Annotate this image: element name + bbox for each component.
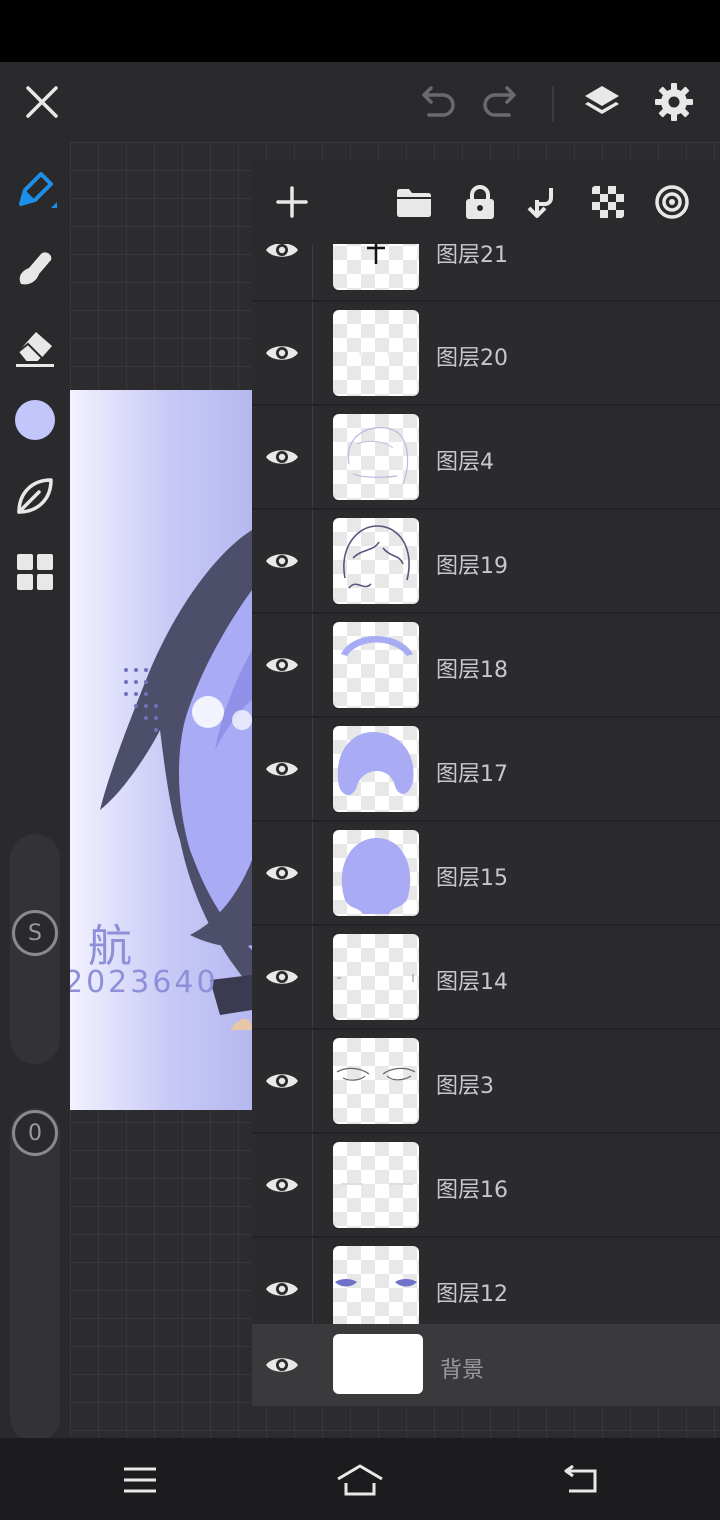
layer-name: 图层17 [436,762,508,787]
transparency-icon[interactable] [586,180,630,224]
layer-thumbnail [333,1246,419,1332]
row-divider [312,406,313,508]
undo-icon[interactable] [414,80,460,124]
layer-row[interactable]: 图层16 [252,1134,720,1236]
eye-icon[interactable] [262,957,302,997]
eye-icon[interactable] [262,333,302,373]
layer-name: 图层15 [436,866,508,891]
stabilizer-tool[interactable] [7,468,63,524]
layer-thumbnail [333,518,419,604]
lock-icon[interactable] [458,180,502,224]
blend-mode-icon[interactable] [650,180,694,224]
add-layer-icon[interactable] [270,180,314,224]
eye-icon[interactable] [262,1345,302,1385]
brush-size-knob[interactable]: S [12,910,58,956]
status-bar [0,0,720,62]
top-toolbar [0,62,720,142]
row-divider [312,614,313,716]
opacity-label: 0 [28,1120,42,1146]
menu-icon[interactable] [116,1456,164,1504]
gear-icon[interactable] [650,80,698,124]
layer-row[interactable]: 图层17 [252,718,720,820]
left-toolbar: S 0 [0,142,70,1442]
row-divider [312,926,313,1028]
layer-row-selected[interactable]: 背景 [252,1324,720,1406]
layer-name: 图层16 [436,1178,508,1203]
artwork-canvas[interactable]: 航 2023640 [70,390,252,1110]
layer-row[interactable]: 图层18 [252,614,720,716]
eye-icon[interactable] [262,541,302,581]
layer-name: 图层4 [436,450,494,475]
layer-thumbnail [333,830,419,916]
row-divider [312,1030,313,1132]
row-divider [312,1134,313,1236]
eye-icon[interactable] [262,645,302,685]
layer-thumbnail [333,934,419,1020]
close-icon[interactable] [20,80,64,124]
layer-name: 背景 [440,1358,485,1383]
color-swatch[interactable] [7,392,63,448]
eye-icon[interactable] [262,1061,302,1101]
layer-name: 图层20 [436,346,508,371]
eraser-tool[interactable] [7,318,63,374]
opacity-knob[interactable]: 0 [12,1110,58,1156]
row-divider [312,302,313,404]
row-divider [312,822,313,924]
layer-row[interactable]: 图层20 [252,302,720,404]
eye-icon[interactable] [262,749,302,789]
brush-tool[interactable] [7,162,63,218]
smudge-tool[interactable] [7,240,63,296]
layer-row[interactable]: 图层4 [252,406,720,508]
layer-thumbnail [333,1334,423,1394]
layer-name: 图层19 [436,554,508,579]
layer-thumbnail [333,1142,419,1228]
eye-icon[interactable] [262,437,302,477]
layer-name: 图层12 [436,1282,508,1307]
materials-tool[interactable] [7,544,63,600]
layer-thumbnail [333,310,419,396]
back-icon[interactable] [556,1456,604,1504]
layer-row[interactable]: 图层15 [252,822,720,924]
layer-name: 图层3 [436,1074,494,1099]
layer-row[interactable]: 图层3 [252,1030,720,1132]
home-icon[interactable] [336,1456,384,1504]
layers-icon[interactable] [578,80,626,124]
layer-thumbnail [333,1038,419,1124]
layer-thumbnail [333,726,419,812]
row-divider [312,718,313,820]
layer-row[interactable]: 图层19 [252,510,720,612]
eye-icon[interactable] [262,853,302,893]
layer-row[interactable]: 图层14 [252,926,720,1028]
opacity-slider[interactable] [10,1108,60,1442]
redo-icon[interactable] [478,80,524,124]
layer-name: 图层18 [436,658,508,683]
system-nav-bar [0,1438,720,1520]
layer-panel-toolbar [252,160,720,244]
layer-thumbnail [333,622,419,708]
toolbar-divider [552,86,554,122]
layer-name: 图层14 [436,970,508,995]
merge-down-icon[interactable] [522,180,566,224]
size-label: S [28,920,42,946]
current-color-circle [15,400,55,440]
eye-icon[interactable] [262,1269,302,1309]
folder-icon[interactable] [392,180,436,224]
eye-icon[interactable] [262,1165,302,1205]
row-divider [312,510,313,612]
signature-number: 2023640 [70,965,219,1000]
layer-thumbnail [333,414,419,500]
layer-panel: 图层21 图层20 图层4 图层19 图层18 图层17 图层15 图层14 图… [252,160,720,1406]
